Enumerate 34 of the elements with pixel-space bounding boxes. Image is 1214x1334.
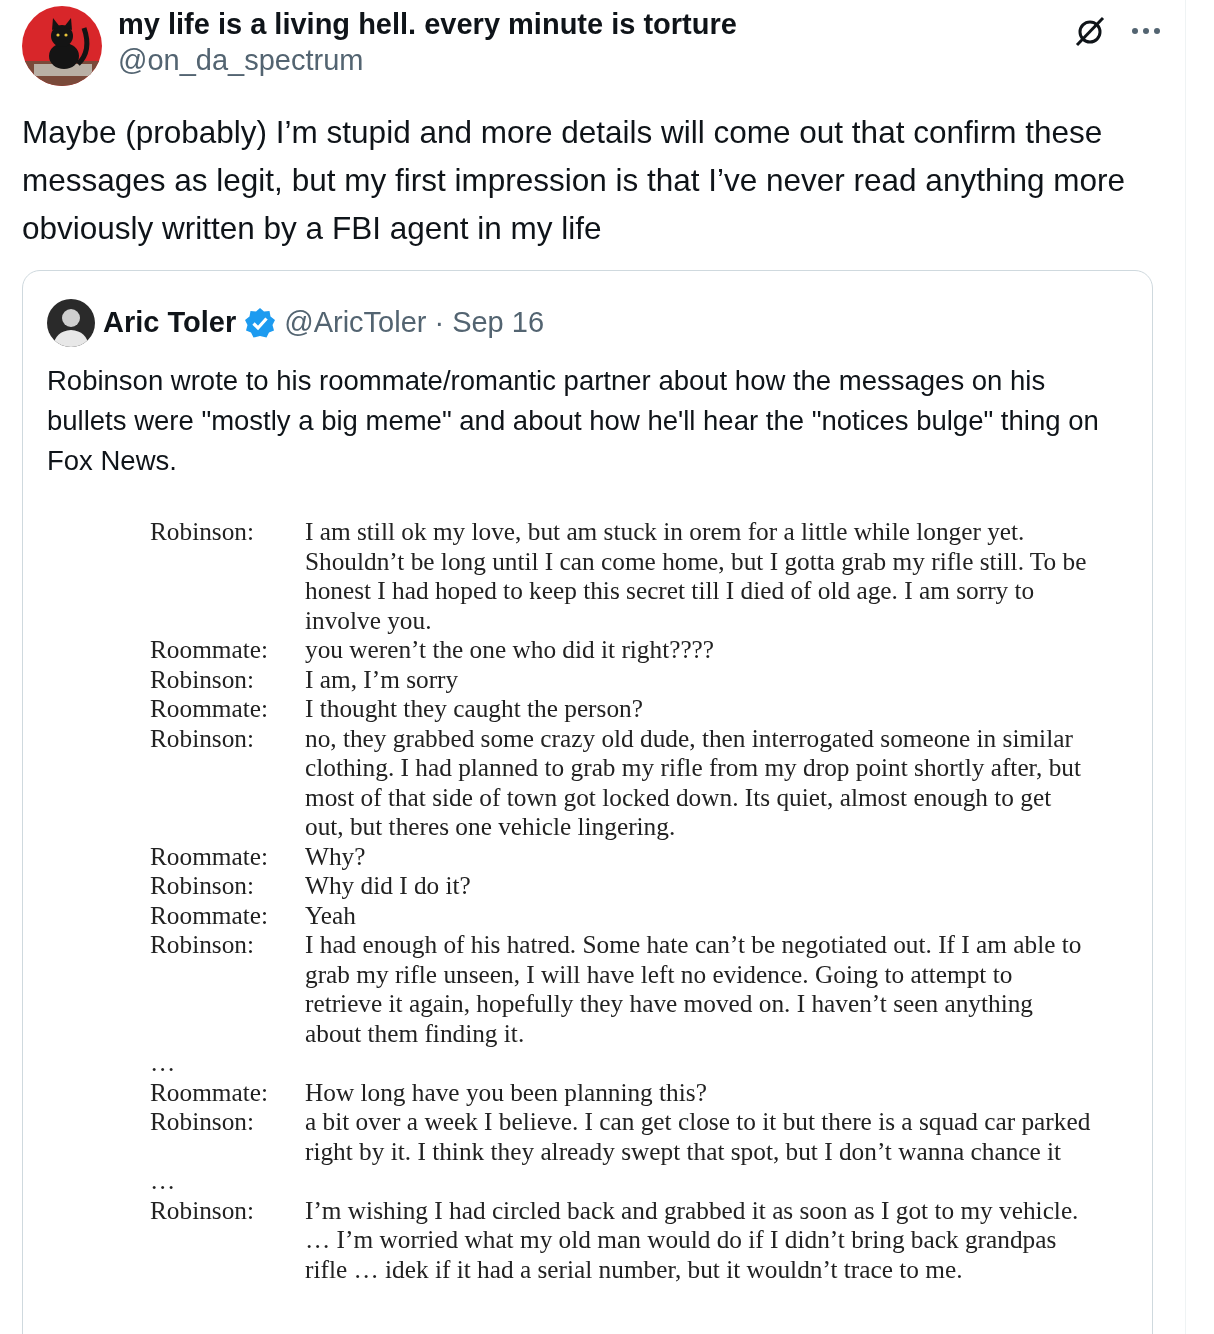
speaker-label: Robinson:: [150, 517, 256, 547]
speaker-label: Roommate:: [150, 694, 270, 724]
message-text: Yeah: [305, 900, 357, 930]
author-handle[interactable]: @on_da_spectrum: [118, 42, 1073, 78]
quoted-post-text: Robinson wrote to his roommate/romantic partner about how the messages on his bullets were "mostly a big meme" and about how he'll hear the "notices bulge" thing on Fox News.: [47, 364, 1100, 478]
message-text: you weren’t the one who did it right????: [305, 635, 716, 665]
quoted-author-name[interactable]: Aric Toler: [103, 301, 237, 345]
speaker-label: Roommate:: [150, 1077, 270, 1107]
speaker-label: Robinson:: [150, 871, 256, 901]
quoted-author-handle[interactable]: @AricToler: [284, 301, 427, 345]
speaker-label: Roommate:: [150, 900, 270, 930]
message-text: Why did I do it?: [305, 871, 472, 901]
message-text: a bit over a week I believe. I can get close to it but there is a squad car parked right by it. I think they already swept that spot, but I don’t wanna chance it: [305, 1107, 1092, 1166]
ellipsis-mark: …: [150, 1048, 176, 1078]
message-text: Why?: [305, 841, 367, 871]
speaker-label: Robinson:: [150, 664, 256, 694]
message-text: I had enough of his hatred. Some hate can’t be negotiated out. If I am able to grab my rifle unseen, I will have left no evidence. Going to attempt to retrieve it again, hopefully they have moved on. I haven’t seen anything about them finding it.: [305, 930, 1083, 1048]
message-text: I’m wishing I had circled back and grabbed it as soon as I got to my vehicle. … I’m worried what my old man would do if I didn’t bring back grandpas rifle … idek if it had a serial number, but it wouldn’t trace to me.: [305, 1195, 1080, 1284]
message-text: no, they grabbed some crazy old dude, then interrogated someone in similar clothing. I had planned to grab my rifle from my drop point shortly after, but most of that side of town got locked down. Its quiet, almost enough to get out, but theres one vehicle lingering.: [305, 723, 1082, 842]
speaker-label: Robinson:: [150, 723, 256, 754]
separator-dot: ·: [434, 305, 445, 341]
speaker-label: Robinson:: [150, 1195, 256, 1226]
message-text: I am still ok my love, but am stuck in orem for a little while longer yet. Shouldn’t be long until I can come home, but I gotta grab my rifle still. To be honest I had hoped to keep this secret till I died of old age. I am sorry to involve you.: [305, 517, 1088, 635]
post-text: Maybe (probably) I’m stupid and more details will come out that confirm these messages as legit, but my first impression is that I’ve never read anything more obviously written by a FBI agent in my life: [22, 113, 1126, 248]
post-date[interactable]: Sep 16: [452, 301, 545, 345]
message-text: How long have you been planning this?: [305, 1077, 708, 1107]
speaker-label: Robinson:: [150, 1107, 256, 1137]
ellipsis-mark: …: [150, 1166, 176, 1196]
speaker-label: Roommate:: [150, 635, 270, 665]
message-text: I am, I’m sorry: [305, 664, 460, 694]
speaker-label: Robinson:: [150, 930, 256, 960]
speaker-label: Roommate:: [150, 841, 270, 871]
author-name[interactable]: my life is a living hell. every minute is torture: [118, 6, 1073, 42]
message-text: I thought they caught the person?: [305, 694, 644, 724]
